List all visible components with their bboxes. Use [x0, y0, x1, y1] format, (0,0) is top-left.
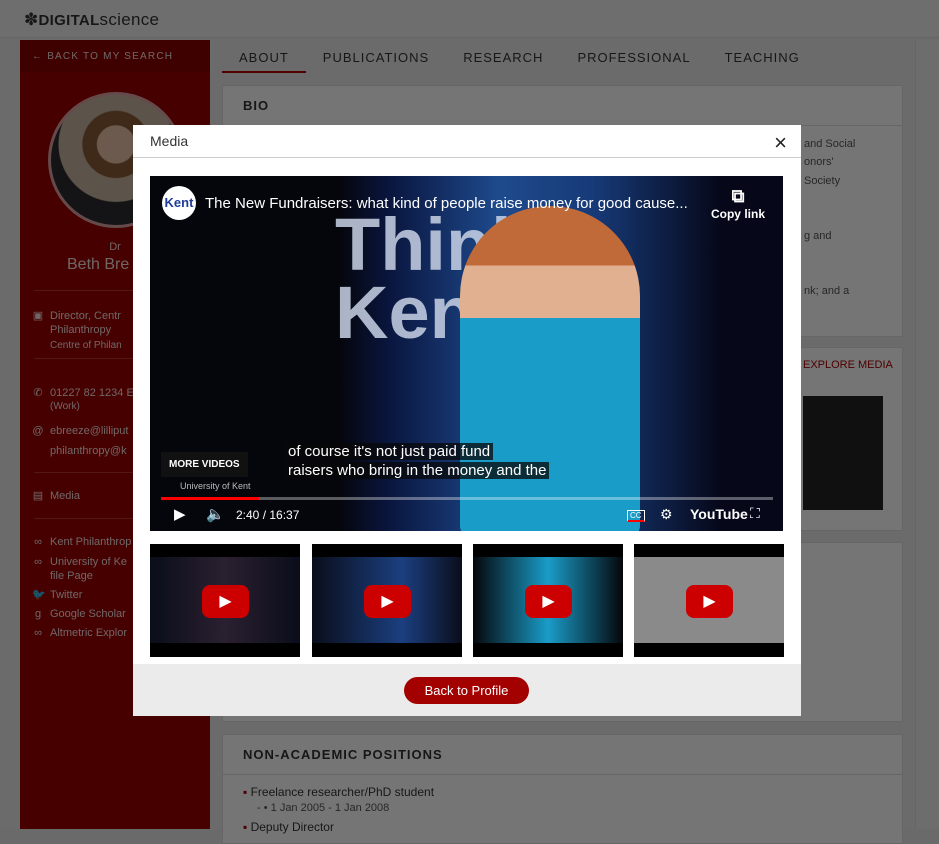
google-scholar-icon: g: [34, 608, 42, 620]
twitter-icon: 🐦: [32, 589, 46, 601]
play-icon: ▶: [202, 585, 249, 618]
right-scroll-area: [915, 40, 939, 829]
link-twitter[interactable]: 🐦 Twitter: [32, 588, 82, 602]
email-link[interactable]: ebreeze@lilliput: [50, 424, 128, 438]
email-link[interactable]: philanthropy@k: [50, 444, 128, 458]
media-thumbnail[interactable]: [803, 396, 883, 510]
link-kent-philanthropy[interactable]: ∞ Kent Philanthrop: [32, 535, 131, 549]
tab-about[interactable]: ABOUT: [222, 40, 306, 73]
video-speaker: [460, 206, 640, 531]
settings-gear-icon[interactable]: ⚙: [660, 506, 673, 523]
youtube-player[interactable]: Think Kent Kent The New Fundraisers: what…: [150, 176, 783, 531]
copy-link-button[interactable]: ⧉ Copy link: [711, 186, 765, 221]
progress-fill: [161, 497, 259, 500]
link-icon: ∞: [34, 536, 42, 548]
modal-title: Media: [150, 133, 189, 149]
captions-button[interactable]: CC: [627, 510, 645, 522]
copy-icon: ⧉: [731, 186, 745, 206]
link-altmetric[interactable]: ∞ Altmetric Explor: [32, 626, 127, 640]
media-link[interactable]: ▤ Media: [32, 489, 80, 503]
position-item: ▪ Deputy Director: [243, 820, 334, 834]
bio-text: g and: [804, 230, 832, 242]
video-thumbnail[interactable]: ▶: [473, 544, 623, 657]
tab-professional[interactable]: PROFESSIONAL: [560, 40, 707, 73]
video-captions: of course it's not just paid fund raisers…: [285, 442, 550, 480]
bio-text: and Social: [804, 138, 856, 150]
link-university-profile[interactable]: ∞ University of Ke file Page: [32, 555, 127, 583]
badge-icon: ▣: [32, 310, 44, 322]
player-controls: ▶ 🔈 2:40 / 16:37 CC ⚙ YouTube ⛶: [150, 501, 783, 531]
position-info: ▣ Director, Centr Philanthropy Centre of Ph…: [32, 310, 122, 351]
volume-icon[interactable]: 🔈: [206, 505, 225, 523]
digital-science-logo[interactable]: ✽DIGITALscience: [24, 10, 159, 30]
tab-teaching[interactable]: TEACHING: [708, 40, 817, 73]
position-item: ▪ Freelance researcher/PhD student: [243, 785, 435, 799]
more-videos-button[interactable]: MORE VIDEOS: [161, 452, 248, 477]
profile-name: Beth Bre: [67, 256, 130, 273]
link-icon: ∞: [34, 556, 42, 568]
play-icon: ▶: [525, 585, 572, 618]
non-academic-section: NON-ACADEMIC POSITIONS ▪ Freelance resea…: [222, 734, 903, 844]
explore-media-link[interactable]: EXPLORE MEDIA: [803, 359, 893, 371]
bio-text: onors': [804, 156, 834, 168]
video-thumbnail[interactable]: ▶: [312, 544, 462, 657]
back-to-profile-button[interactable]: Back to Profile: [404, 677, 529, 704]
tab-research[interactable]: RESEARCH: [446, 40, 560, 73]
bio-text: Society: [804, 175, 841, 187]
play-icon[interactable]: ▶: [174, 505, 186, 523]
phone-icon: ✆: [33, 387, 43, 399]
tab-publications[interactable]: PUBLICATIONS: [306, 40, 446, 73]
phone-info: ✆ 01227 82 1234 E (Work): [33, 387, 134, 412]
modal-header: Media: [133, 125, 801, 158]
video-title[interactable]: The New Fundraisers: what kind of people…: [205, 195, 688, 212]
channel-avatar[interactable]: Kent: [162, 186, 196, 220]
kent-watermark: University of Kent: [180, 481, 251, 491]
fullscreen-icon[interactable]: ⛶: [750, 505, 760, 522]
link-icon: ∞: [34, 627, 42, 639]
email-icon: @: [32, 425, 44, 437]
position-dates: 1 Jan 2005 - 1 Jan 2008: [270, 802, 390, 814]
play-icon: ▶: [364, 585, 411, 618]
video-thumbnail[interactable]: ▶: [634, 544, 784, 657]
video-time: 2:40 / 16:37: [236, 508, 300, 522]
media-modal: Media × Think Kent Kent The New Fundraise…: [133, 125, 801, 716]
video-progress-bar[interactable]: [161, 497, 773, 500]
email-info[interactable]: @ ebreeze@lilliput philanthropy@k: [32, 424, 128, 458]
back-to-search-link[interactable]: ← BACK TO MY SEARCH: [20, 40, 210, 72]
play-icon: ▶: [686, 585, 733, 618]
video-thumbnail[interactable]: ▶: [150, 544, 300, 657]
bio-text: nk; and a: [804, 285, 850, 297]
link-google-scholar[interactable]: g Google Scholar: [32, 607, 126, 621]
youtube-logo[interactable]: YouTube: [690, 506, 748, 522]
close-icon[interactable]: ×: [774, 130, 787, 156]
top-header: ✽DIGITALscience: [0, 0, 939, 38]
film-icon: ▤: [32, 490, 44, 502]
modal-footer: Back to Profile: [133, 664, 801, 716]
profile-tabs: ABOUT PUBLICATIONS RESEARCH PROFESSIONAL…: [222, 40, 817, 73]
